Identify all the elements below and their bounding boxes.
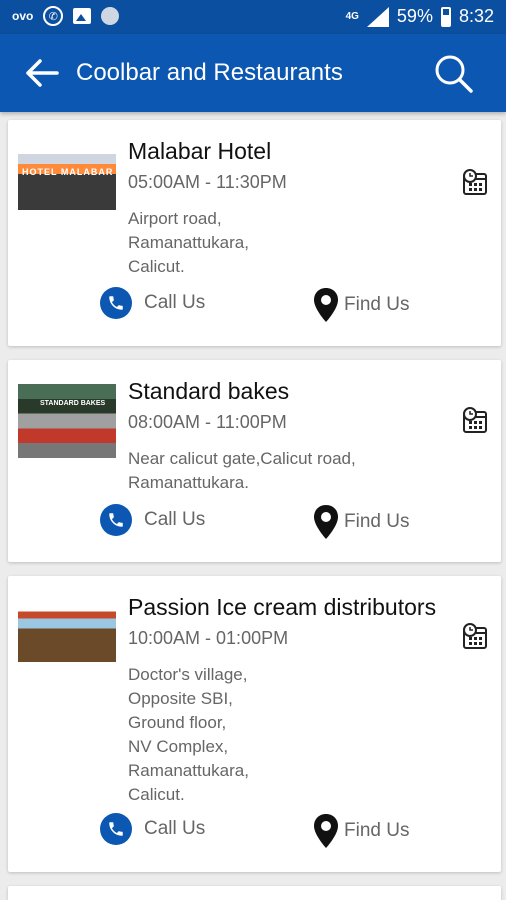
call-us-button[interactable]: Call Us [100,504,205,536]
opening-hours: 10:00AM - 01:00PM [128,628,289,648]
find-us-button[interactable]: Find Us [312,813,409,849]
list-item[interactable] [8,886,501,900]
location-pin-icon [314,814,338,848]
calendar-clock-icon[interactable] [461,622,489,650]
list-item[interactable]: STANDARD BAKES Standard bakes 08:00AM - … [8,360,501,562]
restaurant-address: Doctor's village, Opposite SBI, Ground f… [128,665,249,804]
restaurant-name: Standard bakes [128,378,290,404]
calendar-clock-icon[interactable] [461,168,489,196]
clock: 8:32 [458,6,494,26]
restaurant-name: Malabar Hotel [128,138,272,164]
find-us-label: Find Us [344,820,410,841]
call-us-label: Call Us [144,509,206,530]
call-us-button[interactable]: Call Us [100,287,205,319]
restaurant-photo: HOTEL MALABAR [18,154,116,210]
gallery-icon [73,8,92,24]
location-pin-icon [314,505,338,539]
restaurant-address: Airport road, Ramanattukara, Calicut. [128,209,249,276]
restaurant-photo [18,606,116,662]
battery-icon [440,6,451,27]
restaurant-address: Near calicut gate,Calicut road, Ramanatt… [128,449,356,492]
phone-icon [100,287,132,319]
calendar-clock-icon[interactable] [461,406,489,434]
phone-icon [100,813,132,845]
app-bar: Coolbar and Restaurants [0,34,506,112]
restaurant-list: HOTEL MALABAR Malabar Hotel 05:00AM - 11… [8,120,501,900]
list-item[interactable]: Passion Ice cream distributors 10:00AM -… [8,576,501,872]
status-bar: ovo ✆ 4G 59% 8:32 [0,0,506,34]
phone-icon [100,504,132,536]
location-pin-icon [314,288,338,322]
find-us-label: Find Us [344,511,410,532]
find-us-label: Find Us [344,294,410,315]
arrow-left-icon[interactable] [24,58,60,88]
whatsapp-icon: ✆ [43,6,64,26]
find-us-button[interactable]: Find Us [312,287,409,323]
restaurant-photo: STANDARD BAKES [18,384,116,458]
page-title: Coolbar and Restaurants [76,59,343,86]
find-us-button[interactable]: Find Us [312,504,409,540]
call-us-label: Call Us [144,818,206,839]
call-us-button[interactable]: Call Us [100,813,205,845]
ovo-app-icon: ovo [12,9,34,23]
notification-dot-icon [101,7,120,25]
call-us-label: Call Us [144,292,206,313]
restaurant-name: Passion Ice cream distributors [128,594,437,620]
opening-hours: 05:00AM - 11:30PM [128,172,287,192]
list-item[interactable]: HOTEL MALABAR Malabar Hotel 05:00AM - 11… [8,120,501,346]
signal-icon [366,6,389,27]
opening-hours: 08:00AM - 11:00PM [128,412,287,432]
search-icon[interactable] [434,54,474,94]
battery-percent: 59% [396,6,433,26]
network-type: 4G [345,10,359,22]
